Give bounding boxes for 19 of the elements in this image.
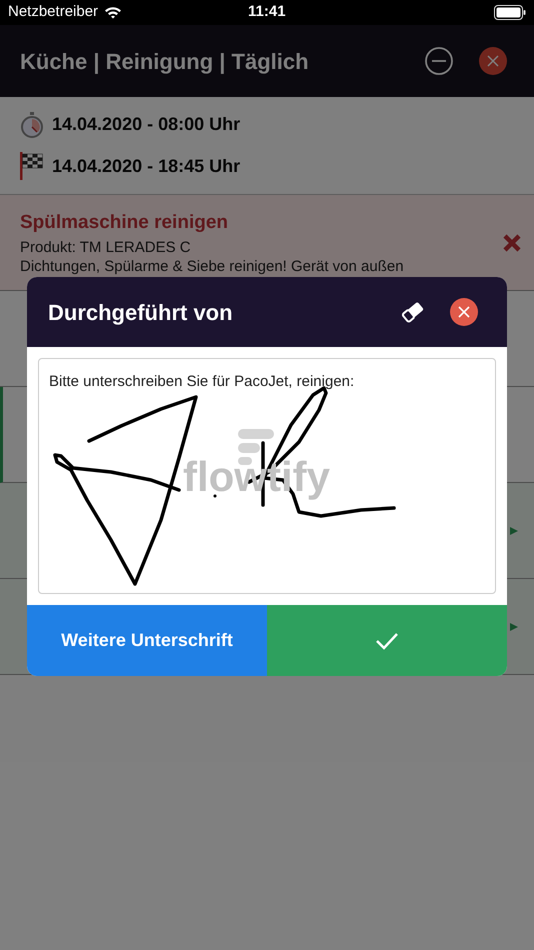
stopwatch-icon (20, 112, 44, 138)
cross-icon[interactable] (502, 232, 522, 252)
checkmark-icon (376, 632, 398, 650)
schedule-time: 14.04.2020 - 18:45 Uhr (52, 154, 240, 178)
signature-prompt: Bitte unterschreiben Sie für PacoJet, reinigen: (49, 372, 354, 392)
close-icon[interactable] (450, 298, 478, 326)
task-title: Spülmaschine reinigen (20, 211, 229, 236)
clock-time: 11:41 (248, 2, 286, 22)
schedule-time: 14.04.2020 - 08:00 Uhr (52, 113, 240, 136)
add-signature-button[interactable]: Weitere Unterschrift (27, 605, 267, 676)
carrier-name: Netzbetreiber (8, 2, 98, 22)
wifi-icon (104, 6, 122, 19)
dialog-title: Durchgeführt von (48, 298, 234, 327)
minus-circle-icon[interactable] (424, 46, 454, 76)
task-detail: Dichtungen, Spülarme & Siebe reinigen! Gerät von außen (20, 256, 405, 276)
checkered-flag-icon (20, 152, 44, 180)
task-detail: Produkt: TM LERADES C (20, 238, 192, 257)
screen-title: Küche | Reinigung | Täglich (20, 48, 310, 76)
battery-icon (494, 5, 526, 20)
